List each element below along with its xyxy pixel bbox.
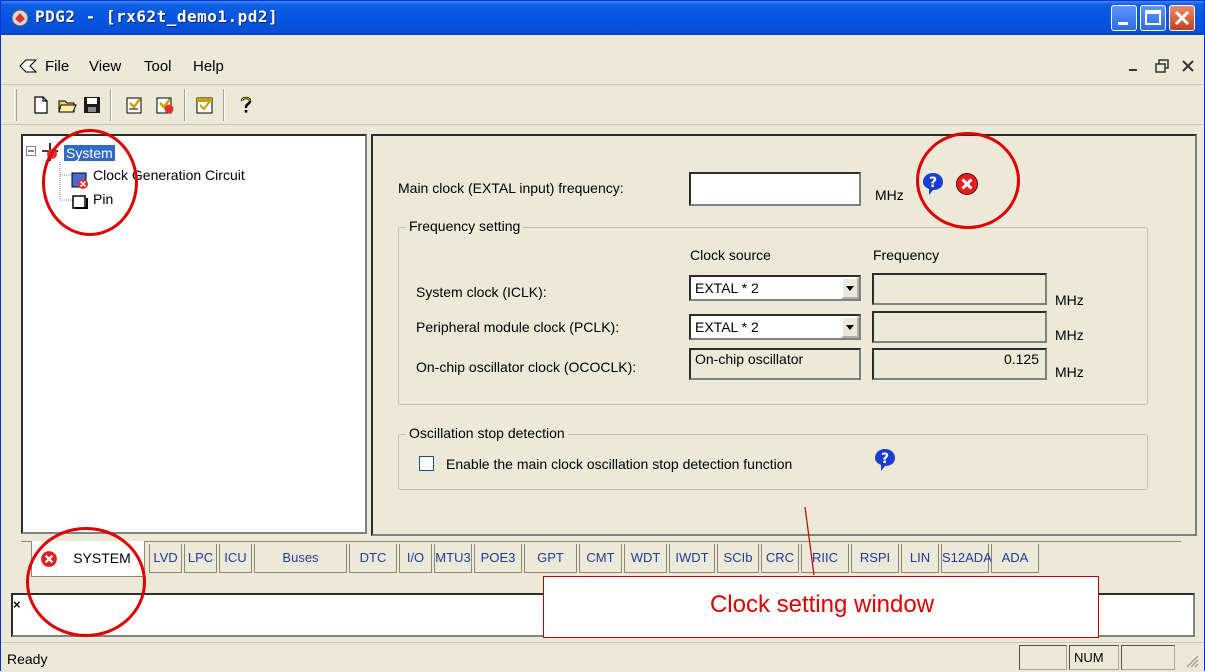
- tab-lpc[interactable]: LPC: [184, 544, 217, 573]
- maximize-button[interactable]: [1140, 5, 1166, 31]
- iclk-source-value: EXTAL * 2: [695, 280, 759, 296]
- output-close-icon[interactable]: ×: [13, 597, 21, 612]
- menu-file[interactable]: File: [45, 58, 69, 75]
- help-pointer-icon[interactable]: [236, 95, 256, 115]
- maximize-icon: [1145, 10, 1161, 25]
- pclk-label: Peripheral module clock (PCLK):: [416, 319, 620, 335]
- ococlk-label: On-chip oscillator clock (OCOCLK):: [416, 359, 637, 375]
- frequency-header: Frequency: [873, 247, 940, 263]
- oscillation-stop-checkbox[interactable]: [419, 456, 434, 471]
- tab-scib[interactable]: SCIb: [717, 544, 759, 573]
- toolbar-separator: [223, 89, 225, 121]
- pclk-source-select[interactable]: EXTAL * 2: [689, 314, 861, 340]
- build-icon[interactable]: [155, 95, 175, 115]
- close-button[interactable]: [1169, 5, 1195, 31]
- toolbar-separator: [184, 89, 186, 121]
- menu-tool[interactable]: Tool: [144, 58, 172, 75]
- child-close-icon[interactable]: [1181, 59, 1195, 73]
- tab-lvd[interactable]: LVD: [149, 544, 182, 573]
- tab-ada[interactable]: ADA: [991, 544, 1039, 573]
- close-icon: [1174, 10, 1190, 26]
- tab-poe3[interactable]: POE3: [474, 544, 522, 573]
- tab-rspi[interactable]: RSPI: [851, 544, 899, 573]
- tab-gpt[interactable]: GPT: [524, 544, 577, 573]
- status-text: Ready: [7, 651, 48, 667]
- tab-buses[interactable]: Buses: [254, 544, 347, 573]
- annotation-leader-line: [804, 506, 815, 576]
- document-app-icon: [19, 59, 37, 73]
- child-minimize-icon[interactable]: [1127, 59, 1139, 73]
- window-title: PDG2 - [rx62t_demo1.pd2]: [35, 7, 279, 26]
- report-icon[interactable]: [195, 95, 215, 115]
- app-icon: [11, 9, 29, 27]
- annotation-callout: Clock setting window: [543, 576, 1099, 638]
- chevron-down-icon[interactable]: [841, 277, 859, 299]
- tab-iwdt[interactable]: IWDT: [669, 544, 715, 573]
- tab-cmt[interactable]: CMT: [579, 544, 622, 573]
- ococlk-source-value: On-chip oscillator: [695, 351, 804, 367]
- ococlk-frequency-field: 0.125: [872, 348, 1047, 380]
- ococlk-source-field: On-chip oscillator: [689, 348, 861, 380]
- iclk-frequency-field: [872, 273, 1047, 305]
- status-num: NUM: [1069, 645, 1119, 670]
- annotation-circle-system-tab: [26, 527, 146, 637]
- open-folder-icon[interactable]: [57, 95, 77, 115]
- title-bar[interactable]: PDG2 - [rx62t_demo1.pd2]: [1, 1, 1204, 35]
- chevron-down-icon[interactable]: [841, 316, 859, 338]
- tab-icu[interactable]: ICU: [219, 544, 252, 573]
- resize-grip-icon[interactable]: [1183, 652, 1199, 668]
- status-pane-empty: [1019, 645, 1067, 670]
- ococlk-unit: MHz: [1055, 364, 1084, 380]
- svg-text:?: ?: [881, 451, 889, 467]
- tab-crc[interactable]: CRC: [761, 544, 799, 573]
- toolbar-separator: [110, 89, 112, 121]
- pclk-frequency-field: [872, 311, 1047, 343]
- oscillation-stop-title: Oscillation stop detection: [406, 425, 568, 441]
- toolbar: [1, 85, 1204, 125]
- menu-bar: [1, 35, 1204, 85]
- minimize-icon: [1118, 22, 1128, 25]
- save-icon[interactable]: [82, 95, 102, 115]
- menu-help[interactable]: Help: [193, 58, 224, 75]
- main-clock-input[interactable]: [689, 172, 861, 206]
- tab-dtc[interactable]: DTC: [349, 544, 397, 573]
- oscillation-stop-checkbox-label[interactable]: Enable the main clock oscillation stop d…: [446, 456, 792, 472]
- generate-code-icon[interactable]: [125, 95, 145, 115]
- main-clock-unit: MHz: [875, 187, 904, 203]
- tab-strip-line: [21, 541, 1181, 542]
- tab-lin[interactable]: LIN: [901, 544, 939, 573]
- tab-io[interactable]: I/O: [399, 544, 432, 573]
- pclk-unit: MHz: [1055, 327, 1084, 343]
- clock-source-header: Clock source: [690, 247, 771, 263]
- tab-mtu3[interactable]: MTU3: [434, 544, 472, 573]
- help-icon[interactable]: ?: [873, 448, 897, 472]
- new-file-icon[interactable]: [31, 95, 51, 115]
- application-window: PDG2 - [rx62t_demo1.pd2] File View Tool …: [0, 0, 1205, 672]
- frequency-setting-title: Frequency setting: [406, 218, 524, 234]
- tab-wdt[interactable]: WDT: [624, 544, 667, 573]
- annotation-circle-icons: [916, 132, 1020, 229]
- annotation-callout-text: Clock setting window: [709, 591, 935, 618]
- iclk-label: System clock (ICLK):: [416, 284, 547, 300]
- main-clock-label: Main clock (EXTAL input) frequency:: [398, 180, 624, 196]
- ococlk-frequency-value: 0.125: [1003, 351, 1039, 367]
- minimize-button[interactable]: [1111, 5, 1137, 31]
- iclk-source-select[interactable]: EXTAL * 2: [689, 275, 861, 301]
- child-restore-icon[interactable]: [1155, 59, 1169, 73]
- tab-s12ada[interactable]: S12ADA: [941, 544, 992, 573]
- menu-view[interactable]: View: [89, 58, 121, 75]
- annotation-circle-tree: [42, 129, 138, 236]
- toolbar-grip[interactable]: [14, 89, 17, 121]
- pclk-source-value: EXTAL * 2: [695, 319, 759, 335]
- iclk-unit: MHz: [1055, 292, 1084, 308]
- status-pane-empty: [1121, 645, 1175, 670]
